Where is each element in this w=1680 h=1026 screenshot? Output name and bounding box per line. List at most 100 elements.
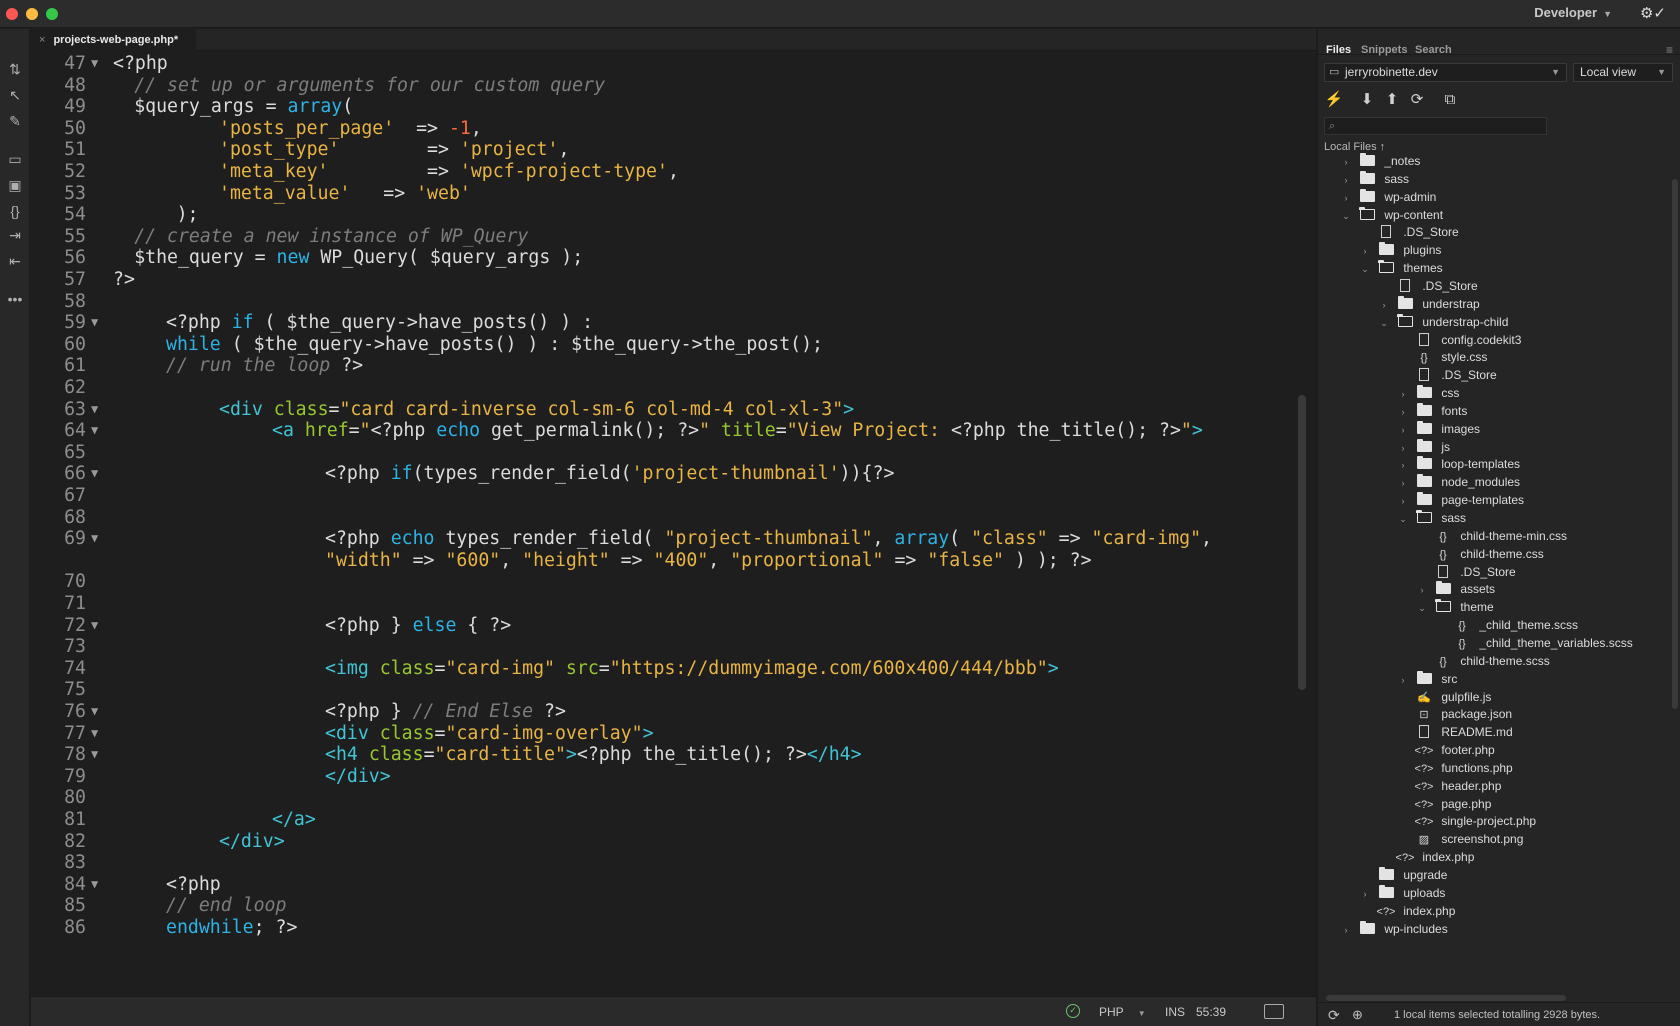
- window-size-icon[interactable]: [1264, 1004, 1284, 1019]
- refresh-icon[interactable]: ⟳: [1407, 91, 1427, 109]
- tree-file[interactable]: {} child-theme.scss: [1415, 652, 1549, 671]
- code-line[interactable]: 59 ▼ <?php if ( $the_query->have_posts() )…: [31, 311, 1291, 334]
- chevron-down-icon[interactable]: ⌄: [1396, 510, 1410, 529]
- code-line[interactable]: 73: [31, 635, 1291, 658]
- tree-file[interactable]: ✍ gulpfile.js: [1396, 688, 1491, 707]
- fold-toggle-icon[interactable]: ▼: [91, 311, 107, 334]
- live-view-options-icon[interactable]: ↖: [5, 85, 25, 105]
- file-tree-hscrollbar[interactable]: [1326, 995, 1566, 1001]
- code-line[interactable]: 84 ▼ <?php: [31, 873, 1291, 896]
- code-line[interactable]: 83: [31, 851, 1291, 874]
- zoom-window-button[interactable]: [46, 8, 58, 20]
- code-line[interactable]: 77 ▼ <div class="card-img-overlay">: [31, 722, 1291, 745]
- tab-search[interactable]: Search: [1415, 44, 1452, 56]
- code-line[interactable]: 47 ▼ <?php: [31, 52, 1291, 75]
- fold-toggle-icon[interactable]: ▼: [91, 614, 107, 637]
- chevron-down-icon[interactable]: ⌄: [1415, 599, 1429, 618]
- fold-toggle-icon[interactable]: ▼: [91, 398, 107, 421]
- tree-file[interactable]: <?> header.php: [1396, 777, 1502, 796]
- tree-file[interactable]: {} child-theme-min.css: [1415, 527, 1567, 546]
- indent-code-icon[interactable]: ⇥: [5, 225, 25, 245]
- format-source-icon[interactable]: {}: [5, 201, 25, 221]
- outdent-code-icon[interactable]: ⇤: [5, 251, 25, 271]
- code-editor[interactable]: 47 ▼ <?php 48// set up or arguments for our…: [31, 52, 1316, 996]
- refresh-icon[interactable]: ⟳: [1328, 1007, 1340, 1024]
- tree-file[interactable]: {} style.css: [1396, 348, 1487, 367]
- tree-file[interactable]: {} child-theme.css: [1415, 545, 1543, 564]
- tree-folder[interactable]: › page-templates: [1396, 491, 1524, 510]
- chevron-down-icon[interactable]: ⌄: [1358, 260, 1372, 279]
- tree-folder[interactable]: › understrap: [1377, 295, 1480, 314]
- code-line[interactable]: 78 ▼ <h4 class="card-title"><?php the_titl…: [31, 743, 1291, 766]
- more-icon[interactable]: •••: [5, 289, 25, 309]
- tab-files[interactable]: Files: [1326, 44, 1351, 56]
- insert-mode-indicator[interactable]: INS: [1165, 1005, 1185, 1019]
- tree-file[interactable]: <?> functions.php: [1396, 759, 1513, 778]
- code-line[interactable]: 76 ▼ <?php } // End Else ?>: [31, 700, 1291, 723]
- panel-menu-icon[interactable]: ≡: [1666, 43, 1673, 57]
- gear-icon[interactable]: ⚙✓: [1640, 4, 1666, 22]
- tree-folder[interactable]: › loop-templates: [1396, 455, 1520, 474]
- tree-folder[interactable]: › uploads: [1358, 884, 1445, 903]
- code-line[interactable]: 67: [31, 484, 1291, 507]
- file-management-icon[interactable]: ⇅: [5, 59, 25, 79]
- tree-folder[interactable]: › js: [1396, 438, 1450, 457]
- tree-folder[interactable]: › _notes: [1339, 152, 1420, 171]
- code-line[interactable]: 62: [31, 376, 1291, 399]
- close-tab-icon[interactable]: ×: [39, 34, 45, 46]
- tree-folder[interactable]: › fonts: [1396, 402, 1467, 421]
- file-tree-scrollbar[interactable]: [1672, 179, 1678, 709]
- code-line[interactable]: 51 'post_type' => 'project',: [31, 138, 1291, 161]
- file-search-input[interactable]: ⌕: [1324, 117, 1547, 135]
- tree-file[interactable]: {} _child_theme.scss: [1434, 616, 1578, 635]
- tree-folder[interactable]: ⌄ wp-content: [1339, 206, 1443, 225]
- code-line[interactable]: 69 ▼ <?php echo types_render_field( "proje…: [31, 527, 1291, 550]
- fold-toggle-icon[interactable]: ▼: [91, 873, 107, 896]
- tree-folder[interactable]: ⌄ themes: [1358, 259, 1443, 278]
- edit-icon[interactable]: ✎: [5, 111, 25, 131]
- tree-file[interactable]: .DS_Store: [1415, 563, 1516, 582]
- tree-file[interactable]: <?> footer.php: [1396, 741, 1495, 760]
- wrap-tag-icon[interactable]: ▣: [5, 175, 25, 195]
- code-line[interactable]: 85 // end loop: [31, 894, 1291, 917]
- tree-file[interactable]: config.codekit3: [1396, 331, 1521, 350]
- tree-file[interactable]: .DS_Store: [1358, 223, 1459, 242]
- fold-toggle-icon[interactable]: ▼: [91, 462, 107, 485]
- tree-file[interactable]: <?> index.php: [1358, 902, 1456, 921]
- code-line[interactable]: 56 $the_query = new WP_Query( $query_args…: [31, 246, 1291, 269]
- editor-scrollbar[interactable]: [1298, 395, 1306, 690]
- code-line[interactable]: 49 $query_args = array(: [31, 95, 1291, 118]
- code-line[interactable]: 86 endwhile; ?>: [31, 916, 1291, 939]
- code-line[interactable]: 63 ▼ <div class="card card-inverse col-sm-…: [31, 398, 1291, 421]
- tab-snippets[interactable]: Snippets: [1361, 44, 1407, 56]
- language-selector[interactable]: PHP ▼: [1099, 1005, 1146, 1019]
- get-files-icon[interactable]: ⬇: [1357, 91, 1377, 109]
- code-line[interactable]: 58: [31, 290, 1291, 313]
- code-line[interactable]: 57 ?>: [31, 268, 1291, 291]
- close-window-button[interactable]: [6, 8, 18, 20]
- code-line[interactable]: 61 // run the loop ?>: [31, 354, 1291, 377]
- tree-file[interactable]: README.md: [1396, 723, 1513, 742]
- no-errors-icon[interactable]: ✓: [1066, 1004, 1080, 1018]
- code-line[interactable]: 64 ▼ <a href="<?php echo get_permalink(); …: [31, 419, 1291, 442]
- code-line[interactable]: 50 'posts_per_page' => -1,: [31, 117, 1291, 140]
- globe-icon[interactable]: ⊕: [1352, 1007, 1363, 1023]
- tree-folder[interactable]: ⌄ sass: [1396, 509, 1466, 528]
- tree-folder[interactable]: › plugins: [1358, 241, 1441, 260]
- code-line[interactable]: 66 ▼ <?php if(types_render_field('project-…: [31, 462, 1291, 485]
- code-line[interactable]: 71: [31, 592, 1291, 615]
- code-line[interactable]: 82 </div>: [31, 830, 1291, 853]
- tree-folder[interactable]: › css: [1396, 384, 1459, 403]
- chevron-right-icon[interactable]: ›: [1339, 921, 1353, 940]
- code-line[interactable]: 53 'meta_value' => 'web': [31, 182, 1291, 205]
- code-line[interactable]: "width" => "600", "height" => "400", "pr…: [31, 549, 1291, 572]
- tree-file[interactable]: .DS_Store: [1396, 366, 1497, 385]
- tree-folder[interactable]: upgrade: [1358, 866, 1447, 885]
- code-line[interactable]: 48 // set up or arguments for our custom …: [31, 74, 1291, 97]
- tree-file[interactable]: ▨ screenshot.png: [1396, 830, 1524, 849]
- fold-toggle-icon[interactable]: ▼: [91, 527, 107, 550]
- view-select[interactable]: Local view ▼: [1573, 63, 1673, 82]
- put-files-icon[interactable]: ⬆: [1382, 91, 1402, 109]
- tree-file[interactable]: ⊡ package.json: [1396, 705, 1512, 724]
- code-line[interactable]: 79 </div>: [31, 765, 1291, 788]
